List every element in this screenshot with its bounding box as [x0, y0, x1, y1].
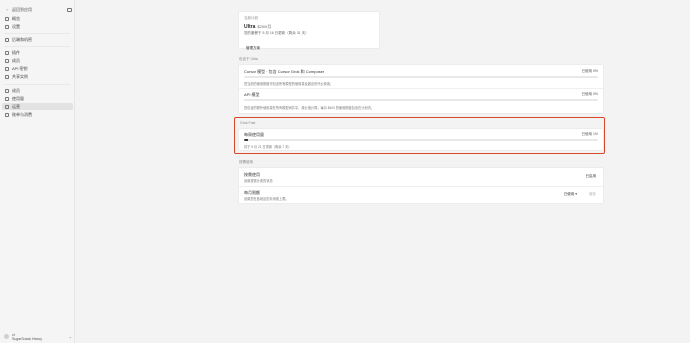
sidebar-item-team[interactable]: 成员	[2, 87, 73, 94]
on-demand-toggle[interactable]: 已启用	[586, 174, 597, 179]
weekly-usage-desc: 将于 5 月 21 日重置（剩余 7 天）	[244, 145, 292, 149]
user-menu[interactable]: ct SugarSnack Heavy ⌄	[4, 331, 72, 342]
nav-divider	[4, 84, 70, 85]
plan-renewal-text: 您的套餐于 5 月 16 日更新（剩余 31 天）	[244, 31, 309, 35]
usage-progress-bar	[244, 99, 598, 101]
back-label: 返回到应用	[12, 6, 32, 12]
usage-row-title: API 模型	[244, 92, 260, 97]
weekly-usage-title: 每周使用量	[244, 132, 264, 137]
sidebar-item-shared-instances[interactable]: 共享实例	[2, 73, 73, 80]
sidebar-item-overview[interactable]: 概览	[2, 15, 73, 22]
sidebar-item-backend-secrets[interactable]: 后端和机密	[2, 36, 73, 43]
user-info: ct SugarSnack Heavy	[12, 333, 42, 341]
on-demand-desc: 设置按需计费的状态	[244, 179, 273, 183]
plan-name: Ultra $200/月	[244, 24, 272, 30]
save-button[interactable]: 保存	[589, 192, 596, 197]
operations-icon	[5, 104, 9, 109]
nav-divider	[4, 33, 70, 34]
usage-row-desc: 您当前的使用额度可包含所有模型的使用量及超出的代价费用。	[244, 82, 334, 86]
on-demand-section-label: 按需使用	[239, 160, 253, 164]
included-section-label: 包含于 Ultra	[239, 57, 258, 61]
sidebar-item-billing[interactable]: 账单与消费	[2, 111, 73, 118]
avatar	[4, 334, 9, 339]
arrow-left-icon: ‹	[6, 7, 8, 12]
api-key-icon	[5, 66, 9, 71]
sidebar-item-plugins[interactable]: 插件	[2, 49, 73, 56]
billing-icon	[5, 112, 9, 117]
usage-row-percent: 已使用 0%	[581, 92, 598, 96]
row-divider	[239, 88, 603, 89]
chart-icon	[5, 96, 9, 101]
monthly-limit-select[interactable]: 已使用 ▾	[564, 192, 577, 197]
key-icon	[5, 37, 9, 42]
chevron-up-down-icon: ⌄	[68, 334, 72, 339]
on-demand-card: 按需使用 设置按需计费的状态 已启用 每月限额 设置您在各地区的月消费上限。 已…	[238, 167, 604, 204]
home-icon	[5, 16, 9, 21]
monthly-limit-desc: 设置您在各地区的月消费上限。	[244, 197, 289, 201]
sidebar-item-settings[interactable]: 设置	[2, 23, 73, 30]
team-icon	[5, 88, 9, 93]
share-icon	[5, 74, 9, 79]
nav-divider	[4, 46, 70, 47]
usage-progress-bar	[244, 76, 598, 78]
plan-label: 当前计划	[244, 16, 258, 20]
weekly-usage-card: 每周使用量 已使用 1% 将于 5 月 21 日重置（剩余 7 天）	[238, 128, 604, 151]
plan-card: 当前计划 Ultra $200/月 您的套餐于 5 月 16 日更新（剩余 31 …	[238, 11, 380, 52]
usage-row-title: Cursor 模型 · 包含 Cursor Grok 和 Composer	[244, 69, 325, 74]
sidebar-toggle-icon[interactable]	[67, 7, 72, 12]
sidebar-item-usage[interactable]: 使用量	[2, 95, 73, 102]
sidebar-item-operations[interactable]: 运营	[2, 103, 73, 110]
usage-card: Cursor 模型 · 包含 Cursor Grok 和 Composer 已使…	[238, 64, 604, 114]
sidebar: ‹ 返回到应用 概览 设置 后端和机密 插件 成员 API 密钥 共享实例 成员…	[0, 0, 75, 343]
usage-row-percent: 已使用 0%	[581, 69, 598, 73]
back-to-app-link[interactable]: ‹ 返回到应用	[4, 5, 72, 14]
usage-row-desc: 您包含的额外使用量在所有模型间共享，按价值计算；每月 $400 的使用额度包含在…	[244, 106, 374, 110]
manage-plan-button[interactable]: 管理方案	[244, 45, 262, 52]
user-email: SugarSnack Heavy	[12, 336, 42, 341]
weekly-progress-bar	[244, 139, 598, 141]
plugin-icon	[5, 50, 9, 55]
plan-price: $200/月	[257, 24, 272, 29]
weekly-progress-fill	[244, 139, 248, 141]
gear-icon	[5, 24, 9, 29]
users-icon	[5, 58, 9, 63]
main-content: 当前计划 Ultra $200/月 您的套餐于 5 月 16 日更新（剩余 31 …	[76, 0, 690, 343]
sidebar-item-members[interactable]: 成员	[2, 57, 73, 64]
grok-fast-section-label: Grok Fast	[240, 121, 256, 125]
row-divider	[239, 186, 603, 187]
sidebar-item-api-keys[interactable]: API 密钥	[2, 65, 73, 72]
weekly-usage-percent: 已使用 1%	[581, 132, 598, 136]
